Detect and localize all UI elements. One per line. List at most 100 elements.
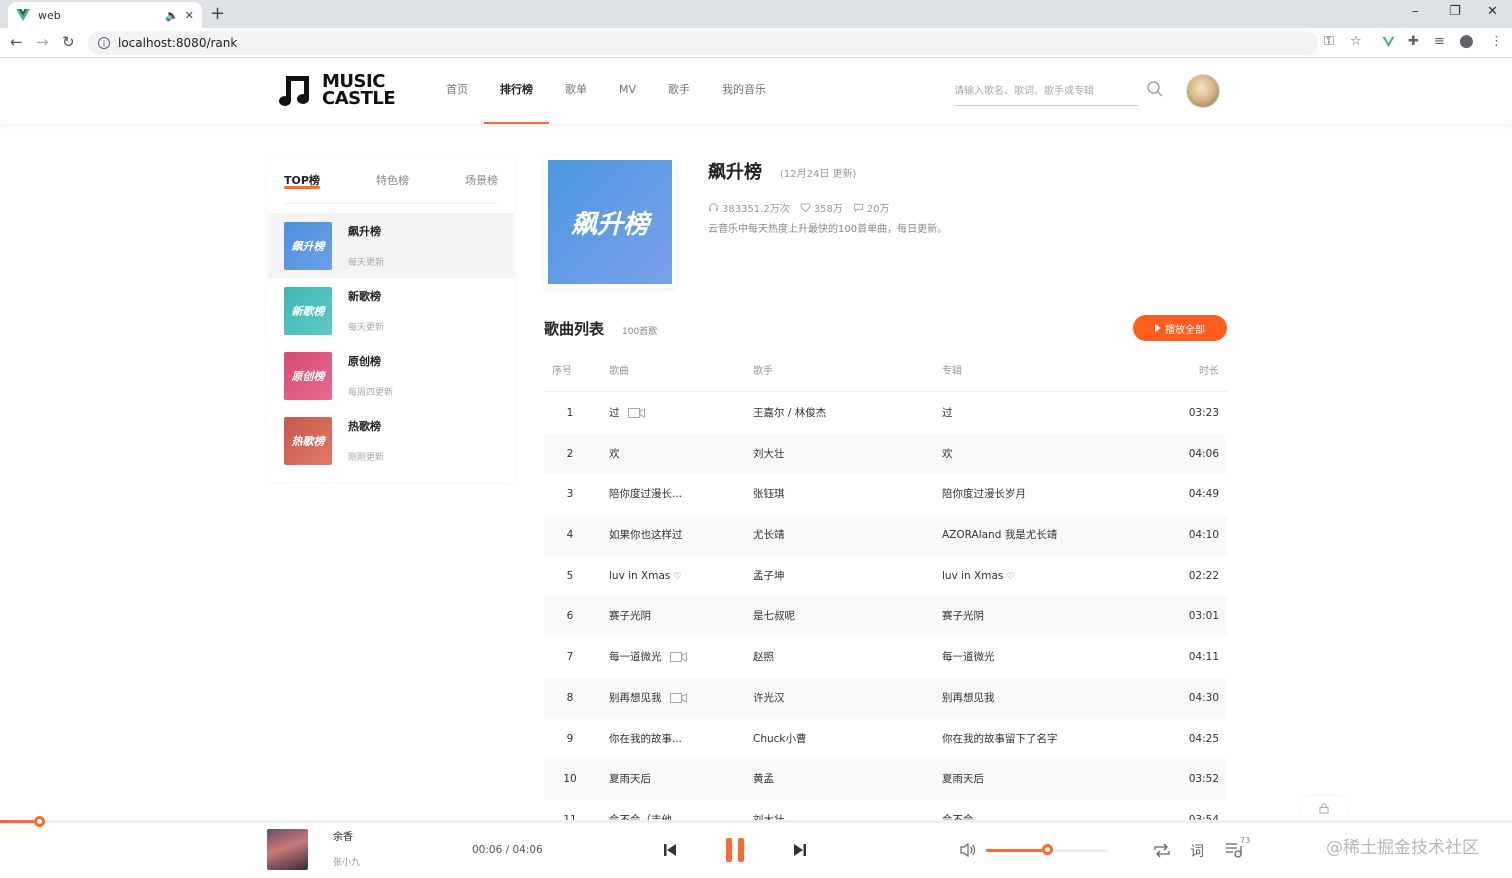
forward-icon[interactable]: → — [36, 33, 49, 51]
table-row[interactable]: 11 会不会（吉他... 刘大壮 会不会 03:54 — [544, 800, 1227, 821]
reload-icon[interactable]: ↻ — [62, 33, 75, 51]
lock-player-button[interactable] — [1302, 796, 1346, 820]
close-tab-icon[interactable]: ✕ — [185, 9, 194, 22]
volume-handle[interactable] — [1042, 844, 1053, 855]
table-row[interactable]: 7 每一道微光 赵照 每一道微光 04:11 — [544, 637, 1227, 678]
song-name[interactable]: 陪你度过漫长... — [609, 474, 749, 515]
back-icon[interactable]: ← — [10, 33, 23, 51]
song-name[interactable]: 你在我的故事... — [609, 719, 749, 760]
song-album[interactable]: luv in Xmas ♡ — [942, 556, 1172, 597]
song-duration-text: 02:22 — [1188, 569, 1219, 582]
previous-icon[interactable] — [662, 842, 678, 858]
song-name[interactable]: 如果你也这样过 — [609, 515, 749, 556]
song-album-text: 你在我的故事留下了名字 — [942, 732, 1058, 745]
volume-icon[interactable] — [959, 842, 977, 858]
song-artist[interactable]: 尤长靖 — [753, 515, 933, 556]
song-album[interactable]: 过 — [942, 393, 1172, 434]
song-name[interactable]: 别再想见我 — [609, 678, 749, 719]
restore-icon[interactable]: ❐ — [1449, 4, 1461, 19]
song-album[interactable]: 别再想见我 — [942, 678, 1172, 719]
song-name[interactable]: 每一道微光 — [609, 637, 749, 678]
table-row[interactable]: 4 如果你也这样过 尤长靖 AZORAland 我是尤长靖 04:10 — [544, 515, 1227, 556]
song-artist[interactable]: 孟子坤 — [753, 556, 933, 597]
rank-item-new[interactable]: 新歌榜 新歌榜 每天更新 — [268, 278, 514, 343]
table-row[interactable]: 2 欢 刘大壮 欢 04:06 — [544, 433, 1227, 475]
song-artist[interactable]: 赵照 — [753, 637, 933, 678]
lyric-button[interactable]: 词 — [1190, 841, 1204, 861]
mv-icon[interactable] — [669, 692, 687, 703]
key-icon[interactable]: ⚿ — [1324, 34, 1334, 49]
nav-home[interactable]: 首页 — [430, 58, 484, 124]
song-album[interactable]: 陪你度过漫长岁月 — [942, 474, 1172, 515]
song-artist[interactable]: 许光汉 — [753, 678, 933, 719]
address-bar[interactable]: i localhost:8080/rank — [88, 31, 1318, 55]
song-name[interactable]: luv in Xmas ♡ — [609, 556, 749, 597]
avatar[interactable] — [1186, 74, 1220, 108]
rank-item-soaring[interactable]: 飙升榜 飙升榜 每天更新 — [268, 213, 514, 278]
rank-item-original[interactable]: 原创榜 原创榜 每周四更新 — [268, 343, 514, 408]
song-album[interactable]: AZORAland 我是尤长靖 — [942, 515, 1172, 556]
song-album[interactable]: 每一道微光 — [942, 637, 1172, 678]
browser-tab[interactable]: web 🔈 ✕ — [8, 2, 202, 28]
table-row[interactable]: 8 别再想见我 许光汉 别再想见我 04:30 — [544, 677, 1227, 719]
tab-feature[interactable]: 特色榜 — [376, 172, 409, 188]
nav-my-music[interactable]: 我的音乐 — [706, 58, 782, 124]
tab-top[interactable]: TOP榜 — [284, 172, 320, 189]
song-name[interactable]: 夏雨天后 — [609, 759, 749, 800]
menu-icon[interactable]: ⋮ — [1490, 34, 1503, 49]
extensions-icon[interactable]: ✚ — [1408, 34, 1419, 49]
mv-icon[interactable] — [669, 652, 687, 663]
table-row[interactable]: 3 陪你度过漫长... 张钰琪 陪你度过漫长岁月 04:49 — [544, 474, 1227, 515]
mute-tab-icon[interactable]: 🔈 — [165, 9, 179, 22]
header-index: 序号 — [552, 366, 572, 377]
pause-icon[interactable] — [724, 837, 746, 863]
play-all-button[interactable]: 播放全部 — [1133, 315, 1227, 341]
song-name[interactable]: 赛子光阴 — [609, 596, 749, 637]
nav-playlist[interactable]: 歌单 — [549, 58, 603, 124]
table-row[interactable]: 10 夏雨天后 黄孟 夏雨天后 03:52 — [544, 759, 1227, 800]
rank-item-hot[interactable]: 热歌榜 热歌榜 刚刚更新 — [268, 408, 514, 473]
table-row[interactable]: 9 你在我的故事... Chuck小曹 你在我的故事留下了名字 04:25 — [544, 719, 1227, 760]
minimize-icon[interactable]: – — [1412, 4, 1419, 19]
mv-icon[interactable] — [627, 408, 645, 418]
close-window-icon[interactable]: ✕ — [1487, 4, 1498, 19]
search-icon[interactable] — [1146, 80, 1164, 98]
repeat-icon[interactable] — [1152, 842, 1172, 859]
song-album[interactable]: 赛子光阴 — [942, 596, 1172, 637]
progress-track[interactable] — [0, 820, 1512, 823]
song-album[interactable]: 欢 — [942, 434, 1172, 475]
table-row[interactable]: 1 过 王嘉尔 / 林俊杰 过 03:23 — [544, 393, 1227, 434]
search-input[interactable] — [954, 78, 1138, 104]
next-icon[interactable] — [792, 842, 808, 858]
song-name[interactable]: 欢 — [609, 434, 749, 475]
song-artist[interactable]: 张钰琪 — [753, 474, 933, 515]
header-song: 歌曲 — [609, 366, 629, 377]
song-artist[interactable]: 是七叔呢 — [753, 596, 933, 637]
song-artist[interactable]: Chuck小曹 — [753, 719, 933, 760]
progress-handle[interactable] — [34, 816, 45, 827]
now-playing-cover[interactable] — [267, 829, 308, 870]
nav-singer[interactable]: 歌手 — [652, 58, 706, 124]
song-name[interactable]: 会不会（吉他... — [609, 800, 749, 821]
song-album[interactable]: 你在我的故事留下了名字 — [942, 719, 1172, 760]
song-artist[interactable]: 王嘉尔 / 林俊杰 — [753, 393, 933, 434]
tab-scene[interactable]: 场景榜 — [465, 172, 498, 188]
song-album[interactable]: 夏雨天后 — [942, 759, 1172, 800]
song-artist[interactable]: 刘大壮 — [753, 434, 933, 475]
table-row[interactable]: 6 赛子光阴 是七叔呢 赛子光阴 03:01 — [544, 596, 1227, 638]
song-album[interactable]: 会不会 — [942, 800, 1172, 821]
song-artist[interactable]: 刘大壮 — [753, 800, 933, 821]
table-row[interactable]: 5 luv in Xmas ♡ 孟子坤 luv in Xmas ♡ 02:22 — [544, 556, 1227, 597]
logo[interactable]: MUSIC CASTLE — [278, 72, 396, 108]
site-info-icon[interactable]: i — [98, 37, 110, 49]
reading-list-icon[interactable]: ≡ — [1434, 34, 1445, 49]
song-name[interactable]: 过 — [609, 393, 749, 434]
profile-icon[interactable]: ● — [1459, 31, 1474, 51]
star-icon[interactable]: ☆ — [1350, 34, 1362, 49]
nav-rank[interactable]: 排行榜 — [484, 58, 549, 124]
song-index-text: 3 — [566, 488, 574, 501]
vue-devtools-icon[interactable] — [1382, 36, 1395, 48]
song-artist[interactable]: 黄孟 — [753, 759, 933, 800]
nav-mv[interactable]: MV — [603, 58, 652, 124]
new-tab-button[interactable]: + — [210, 4, 225, 24]
